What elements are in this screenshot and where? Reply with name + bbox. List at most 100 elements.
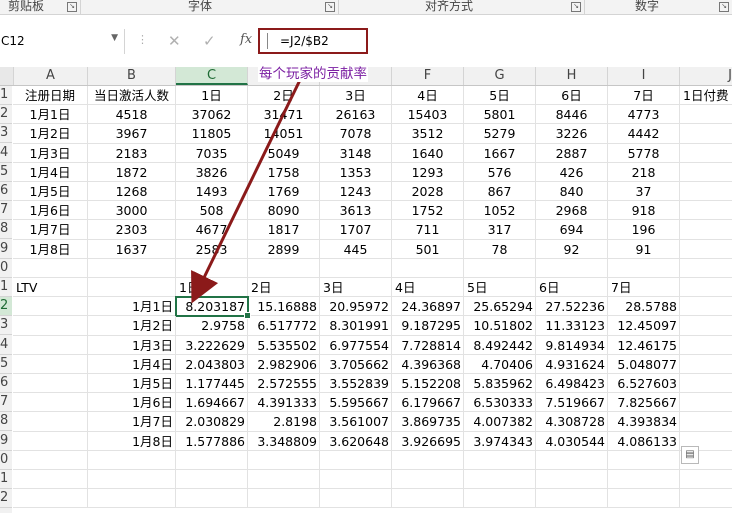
row-header-9[interactable]: 9 — [0, 240, 12, 259]
alignment-launcher-icon[interactable]: ↘ — [571, 2, 581, 12]
table1-cell[interactable]: 711 — [392, 220, 464, 240]
table1-cell[interactable]: 1637 — [88, 239, 176, 259]
table1-cell[interactable]: 78 — [464, 239, 536, 259]
empty-cell[interactable] — [608, 450, 680, 470]
table2-cell[interactable]: 3.974343 — [464, 431, 536, 451]
table2-cell[interactable]: 8.301991 — [320, 316, 392, 336]
table2-cell[interactable]: 4.396368 — [392, 354, 464, 374]
table1-cell[interactable]: 2028 — [392, 182, 464, 202]
active-cell[interactable]: 8.203187 — [175, 296, 249, 318]
table1-cell[interactable]: 840 — [536, 182, 608, 202]
row-header-21[interactable]: 1 — [0, 470, 12, 489]
row-header-1[interactable]: 1 — [0, 86, 12, 105]
row-header-11[interactable]: 1 — [0, 278, 12, 297]
table2-cell[interactable]: 1月5日 — [88, 374, 176, 394]
table2-cell[interactable]: 1月4日 — [88, 354, 176, 374]
empty-cell[interactable] — [680, 124, 732, 144]
table2-cell[interactable]: 1月1日 — [88, 297, 176, 317]
table2-cell[interactable]: 9.814934 — [536, 335, 608, 355]
empty-cell[interactable] — [13, 470, 88, 490]
table1-cell[interactable]: 5778 — [608, 143, 680, 163]
empty-cell[interactable] — [464, 258, 536, 278]
row-header-5[interactable]: 5 — [0, 163, 12, 182]
table1-cell[interactable]: 867 — [464, 182, 536, 202]
column-header-g[interactable]: G — [464, 67, 536, 85]
empty-cell[interactable] — [320, 470, 392, 490]
table2-cell[interactable]: 6.517772 — [248, 316, 320, 336]
table1-cell[interactable]: 37 — [608, 182, 680, 202]
row-header-18[interactable]: 8 — [0, 412, 12, 432]
table1-cell[interactable]: 1293 — [392, 162, 464, 182]
table1-cell[interactable]: 3148 — [320, 143, 392, 163]
table2-cell[interactable]: 28.5788 — [608, 297, 680, 317]
empty-cell[interactable] — [392, 489, 464, 509]
table2-cell[interactable]: 8.492442 — [464, 335, 536, 355]
table1-cell[interactable]: 445 — [320, 239, 392, 259]
row-header-22[interactable]: 2 — [0, 489, 12, 509]
table1-header[interactable]: 注册日期 — [13, 86, 88, 106]
column-header-h[interactable]: H — [536, 67, 608, 85]
table1-cell[interactable]: 1758 — [248, 162, 320, 182]
table1-cell[interactable]: 1月4日 — [13, 162, 88, 182]
table2-cell[interactable]: 24.36897 — [392, 297, 464, 317]
empty-cell[interactable] — [680, 355, 732, 374]
table2-cell[interactable]: 6.527603 — [608, 374, 680, 394]
column-header-a[interactable]: A — [14, 67, 88, 85]
table2-cell[interactable]: 4.391333 — [248, 393, 320, 413]
table1-cell[interactable]: 426 — [536, 162, 608, 182]
table1-cell[interactable]: 3512 — [392, 124, 464, 144]
row-header-17[interactable]: 7 — [0, 393, 12, 413]
table1-cell[interactable]: 5279 — [464, 124, 536, 144]
empty-cell[interactable] — [88, 450, 176, 470]
empty-cell[interactable] — [13, 412, 88, 432]
empty-cell[interactable] — [320, 489, 392, 509]
empty-cell[interactable] — [680, 259, 732, 278]
table2-cell[interactable]: 1月2日 — [88, 316, 176, 336]
table2-cell[interactable]: 12.45097 — [608, 316, 680, 336]
empty-cell[interactable] — [13, 450, 88, 470]
enter-icon[interactable]: ✓ — [203, 32, 216, 57]
empty-cell[interactable] — [13, 374, 88, 394]
empty-cell[interactable] — [680, 393, 732, 413]
table1-cell[interactable]: 4442 — [608, 124, 680, 144]
empty-cell[interactable] — [680, 220, 732, 240]
clipboard-launcher-icon[interactable]: ↘ — [67, 2, 77, 12]
empty-cell[interactable] — [248, 450, 320, 470]
table1-cell[interactable]: 15403 — [392, 105, 464, 125]
column-header-c[interactable]: C — [176, 67, 248, 85]
number-launcher-icon[interactable]: ↘ — [719, 2, 729, 12]
table1-cell[interactable]: 1052 — [464, 201, 536, 221]
column-header-f[interactable]: F — [392, 67, 464, 85]
table1-cell[interactable]: 1月5日 — [13, 182, 88, 202]
table2-cell[interactable]: 4.030544 — [536, 431, 608, 451]
table1-cell[interactable]: 1月7日 — [13, 220, 88, 240]
table1-cell[interactable]: 3967 — [88, 124, 176, 144]
empty-cell[interactable] — [88, 489, 176, 509]
empty-cell[interactable] — [392, 450, 464, 470]
empty-cell[interactable] — [13, 316, 88, 336]
empty-cell[interactable] — [536, 258, 608, 278]
font-launcher-icon[interactable]: ↘ — [325, 2, 335, 12]
table2-cell[interactable]: 1月6日 — [88, 393, 176, 413]
row-header-3[interactable]: 3 — [0, 124, 12, 144]
table1-cell[interactable]: 1707 — [320, 220, 392, 240]
row-header-15[interactable]: 5 — [0, 355, 12, 374]
table2-header[interactable]: 3日 — [320, 278, 392, 298]
empty-cell[interactable] — [248, 489, 320, 509]
table1-cell[interactable]: 8090 — [248, 201, 320, 221]
table1-cell[interactable]: 2899 — [248, 239, 320, 259]
table2-cell[interactable]: 2.982906 — [248, 354, 320, 374]
table1-cell[interactable]: 1640 — [392, 143, 464, 163]
row-header-12[interactable]: 2 — [0, 297, 12, 317]
empty-cell[interactable] — [680, 489, 732, 509]
table2-cell[interactable]: 1.694667 — [176, 393, 248, 413]
table2-header[interactable]: 1日 — [176, 278, 248, 298]
table2-header[interactable]: 7日 — [608, 278, 680, 298]
table2-cell[interactable]: 1月8日 — [88, 431, 176, 451]
table1-cell[interactable]: 1817 — [248, 220, 320, 240]
table2-cell[interactable]: 6.530333 — [464, 393, 536, 413]
ltv-label[interactable]: LTV — [13, 278, 88, 298]
empty-cell[interactable] — [680, 182, 732, 202]
empty-cell[interactable] — [608, 258, 680, 278]
table2-cell[interactable]: 3.552839 — [320, 374, 392, 394]
